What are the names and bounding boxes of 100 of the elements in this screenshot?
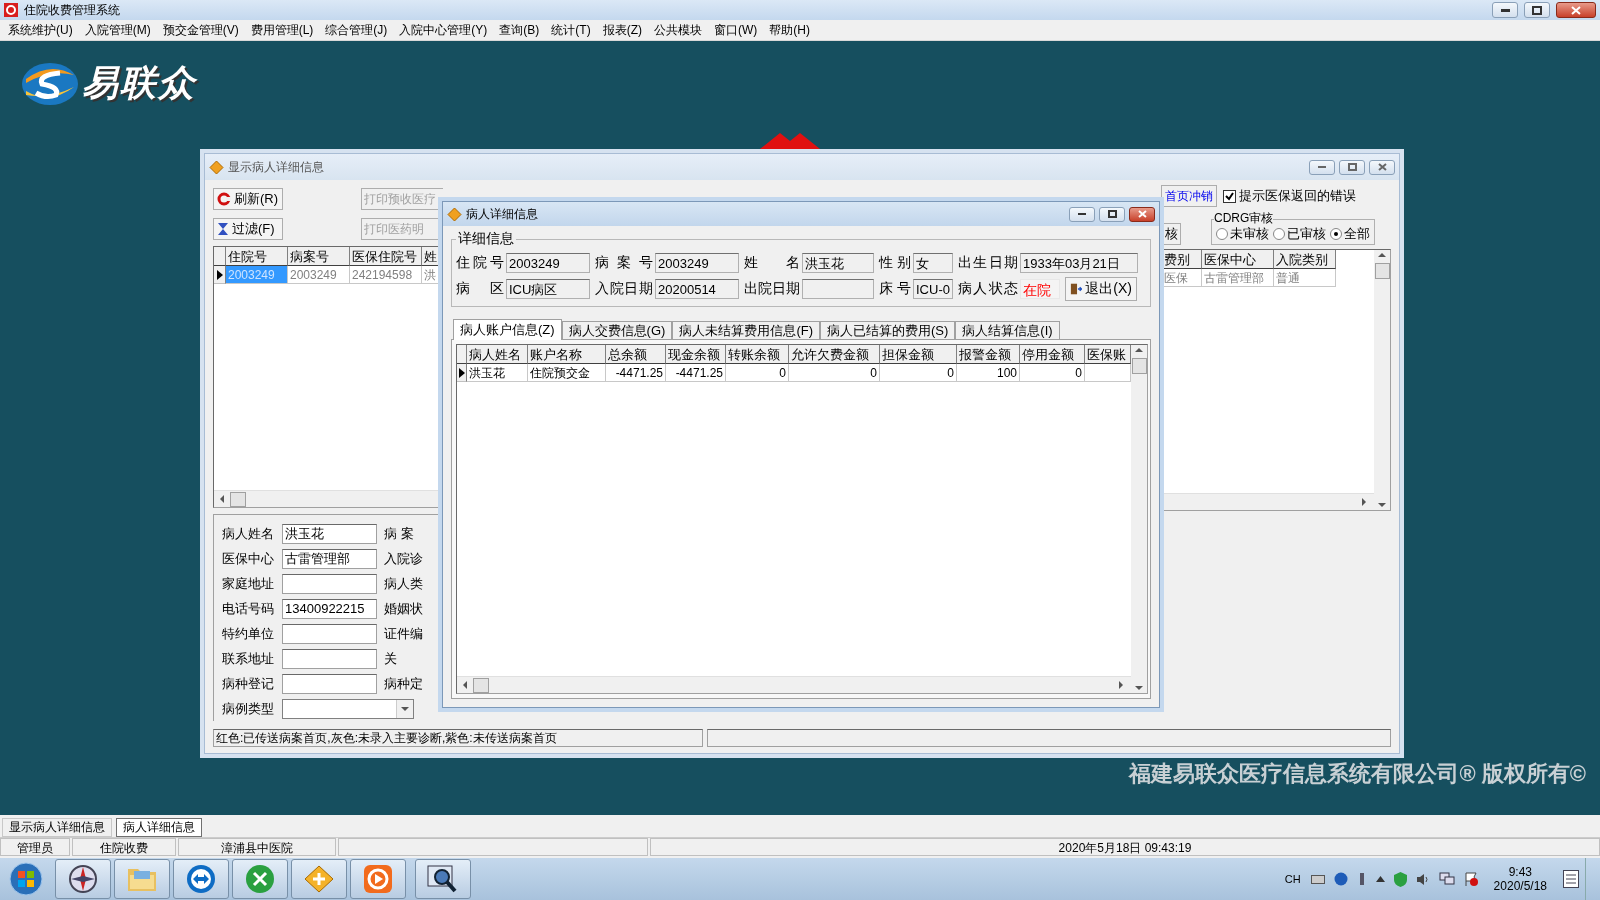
column-header: 允许欠费金额 [789, 345, 880, 364]
text-field[interactable] [802, 279, 874, 299]
app-icon [209, 159, 224, 175]
field-label: 医保中心 [222, 549, 275, 568]
minimize-button[interactable] [1492, 2, 1518, 18]
menu-item[interactable]: 入院中心管理(Y) [393, 20, 494, 40]
table-cell[interactable]: -4471.25 [606, 364, 666, 382]
text-field[interactable] [282, 648, 377, 669]
filter-button[interactable]: 过滤(F) [213, 218, 283, 240]
field-label: 住院号 [456, 254, 505, 272]
menu-item[interactable]: 公共模块 [648, 20, 708, 40]
text-field[interactable]: 洪玉花 [802, 253, 874, 273]
text-field[interactable] [282, 673, 377, 694]
close-button[interactable] [1129, 206, 1155, 222]
table-cell[interactable]: 古雷管理部 [1202, 269, 1274, 287]
table-cell[interactable]: -4471.25 [666, 364, 726, 382]
window-tab[interactable]: 病人详细信息 [116, 818, 202, 837]
menu-item[interactable]: 帮助(H) [763, 20, 816, 40]
text-field[interactable]: 洪玉花 [282, 523, 377, 544]
text-field[interactable]: ICU-0 [913, 279, 953, 299]
taskbar-button[interactable] [55, 859, 111, 899]
tab[interactable]: 病人账户信息(Z) [453, 319, 562, 340]
field-label: 姓 名 [744, 254, 801, 272]
window-tab[interactable]: 显示病人详细信息 [2, 818, 112, 837]
exit-button[interactable]: 退出(X) [1065, 277, 1137, 301]
text-field[interactable]: 女 [913, 253, 953, 273]
menu-item[interactable]: 费用管理(L) [244, 20, 320, 40]
table-cell[interactable]: 住院预交金 [528, 364, 606, 382]
tab[interactable]: 病人交费信息(G) [561, 321, 673, 339]
close-icon [1571, 5, 1581, 15]
table-cell[interactable]: 0 [789, 364, 880, 382]
speaker-icon[interactable] [1415, 872, 1430, 886]
text-field[interactable]: 在院 [1020, 279, 1060, 299]
menu-item[interactable]: 窗口(W) [708, 20, 764, 40]
horizontal-scrollbar[interactable] [457, 676, 1131, 693]
text-field[interactable]: 20200514 [655, 279, 739, 299]
table-cell[interactable]: 2003249 [288, 266, 350, 284]
close-icon [1377, 163, 1387, 171]
menu-item[interactable]: 综合管理(J) [319, 20, 394, 40]
tab[interactable]: 病人未结算费用信息(F) [672, 321, 820, 339]
table-cell[interactable]: 100 [957, 364, 1020, 382]
field-label: 床号 [879, 280, 912, 298]
link-button[interactable]: 首页冲销 [1161, 185, 1217, 207]
tab[interactable]: 病人结算信息(I) [955, 321, 1060, 339]
field-label: 出生日期 [958, 254, 1019, 272]
menu-item[interactable]: 查询(B) [493, 20, 546, 40]
app-icon [4, 3, 18, 17]
column-header: 医保住院号 [350, 247, 422, 266]
menu-item[interactable]: 预交金管理(V) [156, 20, 245, 40]
tab[interactable]: 病人已结算的费用(S) [820, 321, 956, 339]
column-header: 总余额 [606, 345, 666, 364]
vertical-scrollbar[interactable] [1374, 250, 1390, 510]
horizontal-scrollbar[interactable] [1162, 493, 1374, 510]
clock[interactable]: 9:43 2020/5/18 [1493, 865, 1547, 893]
column-header: 现金余额 [666, 345, 726, 364]
refresh-button[interactable]: 刷新(R) [213, 188, 283, 210]
vertical-scrollbar[interactable] [1131, 345, 1147, 693]
text-field[interactable]: 13400922215 [282, 598, 377, 619]
x-circle-icon [245, 864, 275, 894]
text-field[interactable]: ICU病区 [506, 279, 590, 299]
column-header: 停用金额 [1020, 345, 1085, 364]
maximize-icon [1107, 210, 1117, 218]
radio-button[interactable] [1216, 228, 1228, 240]
table-cell[interactable]: 0 [880, 364, 957, 382]
text-field[interactable]: 1933年03月21日 [1020, 253, 1138, 273]
table-cell[interactable]: 0 [1020, 364, 1085, 382]
taskbar-button[interactable] [415, 859, 471, 899]
field-label: 病人状态 [958, 280, 1019, 298]
radio-button[interactable] [1273, 228, 1285, 240]
text-field[interactable] [282, 573, 377, 594]
maximize-button[interactable] [1099, 206, 1125, 222]
minimize-icon [1500, 8, 1510, 12]
close-button[interactable] [1556, 2, 1596, 18]
keyboard-icon[interactable] [1310, 874, 1325, 884]
copyright-text: 福建易联众医疗信息系统有限公司® 版权所有© [1129, 760, 1586, 788]
restore-icon [1532, 5, 1542, 15]
menu-item[interactable]: 统计(T) [545, 20, 597, 40]
column-header: 入院类别 [1274, 250, 1336, 269]
table-cell[interactable]: 0 [726, 364, 789, 382]
menu-item[interactable]: 系统维护(U) [2, 20, 79, 40]
restore-button[interactable] [1524, 2, 1550, 18]
menu-item[interactable]: 报表(Z) [596, 20, 648, 40]
text-field[interactable]: 2003249 [655, 253, 739, 273]
notes-icon[interactable] [1563, 870, 1579, 888]
input-language[interactable]: CH [1284, 873, 1301, 885]
text-field[interactable] [282, 623, 377, 644]
radio-button[interactable] [1330, 228, 1342, 240]
dropdown[interactable] [282, 698, 414, 719]
text-field[interactable]: 古雷管理部 [282, 548, 377, 569]
flag-icon[interactable] [1463, 872, 1478, 886]
minimize-button[interactable] [1069, 206, 1095, 222]
table-cell[interactable]: 普通 [1274, 269, 1336, 287]
menu-item[interactable]: 入院管理(M) [78, 20, 157, 40]
network-icon[interactable] [1438, 872, 1455, 886]
table-cell[interactable]: 洪玉花 [467, 364, 528, 382]
table-cell[interactable]: 242194598 [350, 266, 422, 284]
checkbox[interactable] [1223, 189, 1236, 203]
text-field[interactable]: 2003249 [506, 253, 590, 273]
caret-up-icon[interactable] [1375, 876, 1385, 882]
refresh-icon [217, 192, 231, 206]
